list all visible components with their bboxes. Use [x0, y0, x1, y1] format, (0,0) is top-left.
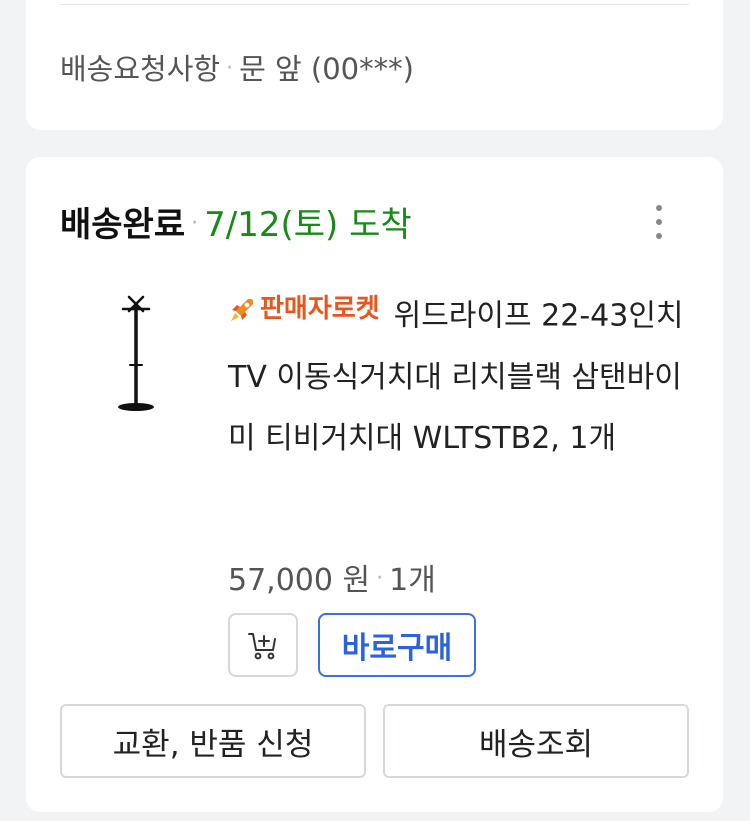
exchange-return-button[interactable]: 교환, 반품 신청 [60, 704, 366, 778]
delivery-request-label: 배송요청사항 [60, 52, 221, 86]
separator-dot: · [191, 211, 199, 236]
delivery-status: 배송완료 [60, 205, 186, 245]
buy-now-button[interactable]: 바로구매 [318, 613, 476, 677]
product-quantity: 1개 [389, 563, 436, 598]
separator-dot: · [226, 56, 234, 81]
product-image[interactable] [101, 291, 171, 413]
product-info[interactable]: 판매자로켓 위드라이프 22-43인치TV 이동식거치대 리치블랙 삼탠바이미 티… [228, 293, 698, 469]
price-row: 57,000 원 · 1개 [228, 555, 436, 599]
add-to-cart-button[interactable] [228, 613, 298, 677]
delivery-request-value: 문 앞 (00***) [239, 52, 414, 86]
product-price: 57,000 원 [228, 563, 371, 598]
arrival-date: 7/12(토) 도착 [204, 205, 412, 245]
delivery-info-card: 배송요청사항 · 문 앞 (00***) [26, 0, 723, 130]
more-vertical-icon[interactable] [647, 205, 671, 239]
product-title[interactable]: 판매자로켓 위드라이프 22-43인치TV 이동식거치대 리치블랙 삼탠바이미 티… [228, 279, 698, 469]
seller-rocket-badge: 판매자로켓 [228, 279, 380, 340]
add-to-cart-icon [248, 633, 276, 660]
track-delivery-button[interactable]: 배송조회 [383, 704, 689, 778]
delivery-request: 배송요청사항 · 문 앞 (00***) [60, 46, 414, 88]
rocket-icon [231, 298, 253, 321]
divider [60, 4, 689, 5]
separator-dot: · [376, 566, 384, 591]
badge-label: 판매자로켓 [260, 294, 380, 324]
order-card: 배송완료 · 7/12(토) 도착 판매자로켓 위드라이프 22-43인치TV … [26, 157, 723, 812]
order-status: 배송완료 · 7/12(토) 도착 [60, 197, 412, 246]
